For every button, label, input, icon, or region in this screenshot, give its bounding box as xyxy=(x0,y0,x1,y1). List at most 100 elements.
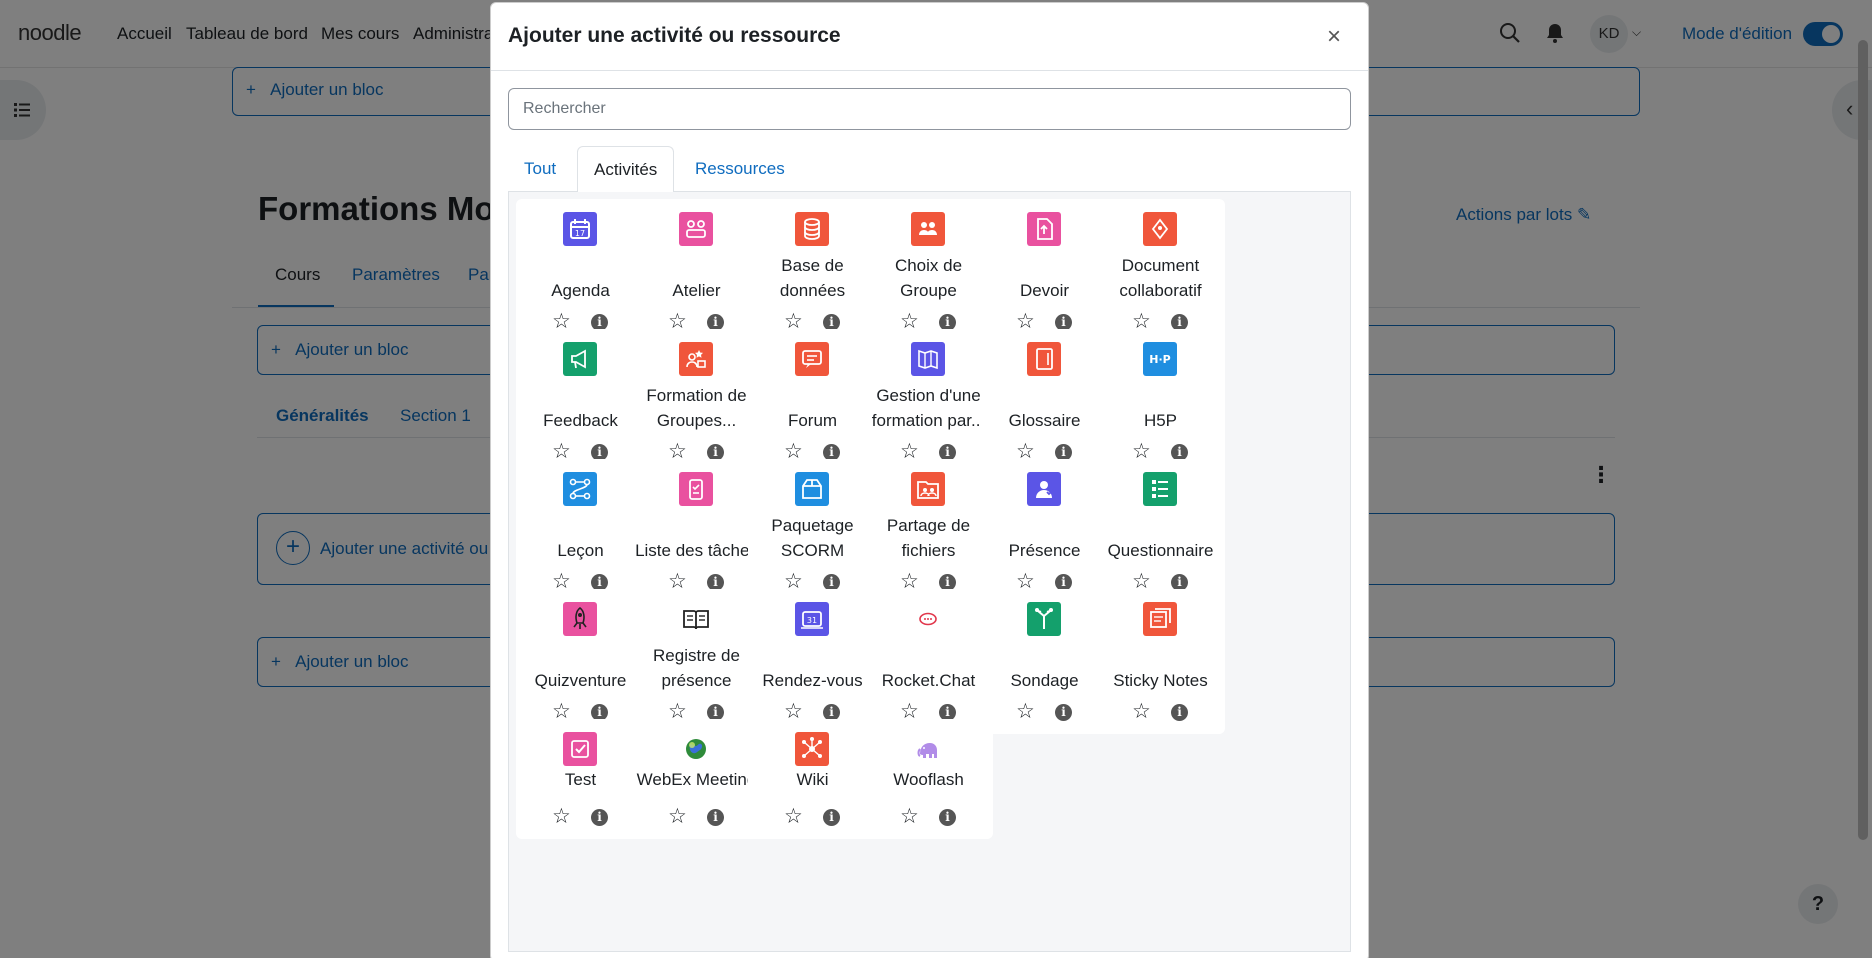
info-icon[interactable]: i xyxy=(707,809,724,826)
activity-card[interactable]: Base de données ☆ i xyxy=(748,199,877,344)
activity-card-actions: ☆ i xyxy=(516,806,645,827)
calendar-icon: 17 xyxy=(563,212,597,246)
webex-globe-icon xyxy=(679,732,713,766)
info-icon[interactable]: i xyxy=(591,809,608,826)
star-icon[interactable]: ☆ xyxy=(784,806,803,827)
activity-card-label: Feedback xyxy=(543,411,618,430)
activity-card-label: Questionnaire xyxy=(1107,541,1214,560)
activity-card[interactable]: Liste des tâches ☆ i xyxy=(632,459,761,604)
activity-card[interactable]: Feedback ☆ i xyxy=(516,329,645,474)
activity-card[interactable]: Registre de présence ☆ i xyxy=(632,589,761,734)
tab-resources[interactable]: Ressources xyxy=(679,146,801,192)
activity-card-label: Sondage xyxy=(1010,671,1079,690)
attendance-icon xyxy=(1027,472,1061,506)
activity-card[interactable]: WebEx Meeting ☆ i xyxy=(632,719,761,839)
training-map-icon xyxy=(911,342,945,376)
close-icon[interactable]: × xyxy=(1327,25,1341,49)
activity-card[interactable]: Rocket.Chat ☆ i xyxy=(864,589,993,734)
rocket-icon xyxy=(563,602,597,636)
star-icon[interactable]: ☆ xyxy=(1132,701,1151,722)
activity-card-label: Liste des tâches xyxy=(635,541,758,560)
modal-tabs: Tout Activités Ressources xyxy=(508,146,1351,193)
file-share-icon xyxy=(911,472,945,506)
activity-card-actions: ☆ i xyxy=(864,806,993,827)
activity-grid: 17 Agenda ☆ i Atelier ☆ i Base de données ☆ i Choi… xyxy=(508,192,1351,952)
info-icon[interactable]: i xyxy=(1171,704,1188,721)
forum-icon xyxy=(795,342,829,376)
activity-card[interactable]: Wiki ☆ i xyxy=(748,719,877,839)
star-icon[interactable]: ☆ xyxy=(552,806,571,827)
h5p-icon: H·P xyxy=(1143,342,1177,376)
activity-card-label: Paquetage SCORM xyxy=(771,516,854,560)
info-icon[interactable]: i xyxy=(823,809,840,826)
rocketchat-icon xyxy=(911,602,945,636)
svg-text:H·P: H·P xyxy=(1149,353,1170,366)
activity-card[interactable]: Atelier ☆ i xyxy=(632,199,761,344)
activity-card[interactable]: 31 Rendez-vous ☆ i xyxy=(748,589,877,734)
activity-card-label: Wooflash xyxy=(893,770,964,789)
megaphone-icon xyxy=(563,342,597,376)
tab-activities[interactable]: Activités xyxy=(577,146,675,193)
activity-card[interactable]: Choix de Groupe ☆ i xyxy=(864,199,993,344)
activity-card[interactable]: Formation de Groupes... ☆ i xyxy=(632,329,761,474)
search-input[interactable] xyxy=(508,88,1351,130)
info-icon[interactable]: i xyxy=(1055,704,1072,721)
activity-card[interactable]: Test ☆ i xyxy=(516,719,645,839)
workshop-icon xyxy=(679,212,713,246)
activity-card[interactable]: Présence ☆ i xyxy=(980,459,1109,604)
elephant-icon xyxy=(911,732,945,766)
group-formation-icon xyxy=(679,342,713,376)
lesson-icon xyxy=(563,472,597,506)
tab-all[interactable]: Tout xyxy=(508,146,572,192)
register-book-icon xyxy=(679,602,713,636)
activity-card[interactable]: Wooflash ☆ i xyxy=(864,719,993,839)
activity-card-label: Rocket.Chat xyxy=(881,671,976,690)
activity-card-label: Forum xyxy=(787,411,838,430)
activity-card-label: Base de données xyxy=(779,256,846,300)
activity-chooser-modal: Ajouter une activité ou ressource × Tout… xyxy=(490,2,1369,958)
activity-card[interactable]: Sondage ☆ i xyxy=(980,589,1109,734)
sticky-notes-icon xyxy=(1143,602,1177,636)
activity-card-label: Atelier xyxy=(672,281,721,300)
activity-card-label: Formation de Groupes... xyxy=(646,386,747,430)
activity-card[interactable]: Partage de fichiers ☆ i xyxy=(864,459,993,604)
modal-title: Ajouter une activité ou ressource xyxy=(508,24,841,47)
collab-doc-icon xyxy=(1143,212,1177,246)
activity-card-label: WebEx Meeting xyxy=(636,770,757,789)
wiki-icon xyxy=(795,732,829,766)
activity-card[interactable]: Questionnaire ☆ i xyxy=(1096,459,1225,604)
activity-card[interactable]: Quizventure ☆ i xyxy=(516,589,645,734)
activity-card[interactable]: Paquetage SCORM ☆ i xyxy=(748,459,877,604)
activity-card[interactable]: Forum ☆ i xyxy=(748,329,877,474)
activity-card[interactable]: Devoir ☆ i xyxy=(980,199,1109,344)
activity-card-label: Test xyxy=(564,770,597,789)
modal-header: Ajouter une activité ou ressource × xyxy=(491,3,1368,71)
quiz-check-icon xyxy=(563,732,597,766)
info-icon[interactable]: i xyxy=(939,809,956,826)
star-icon[interactable]: ☆ xyxy=(668,806,687,827)
activity-card-label: Glossaire xyxy=(1008,411,1081,430)
activity-card-label: Wiki xyxy=(796,770,829,789)
activity-card-label: Partage de fichiers xyxy=(886,516,971,560)
activity-card-actions: ☆ i xyxy=(748,806,877,827)
survey-icon xyxy=(1027,602,1061,636)
activity-card-label: Sticky Notes xyxy=(1113,671,1208,690)
activity-card-actions: ☆ i xyxy=(632,806,761,827)
activity-card[interactable]: Gestion d'une formation par... ☆ i xyxy=(864,329,993,474)
activity-card-label: Choix de Groupe xyxy=(894,256,963,300)
activity-card[interactable]: H·P H5P ☆ i xyxy=(1096,329,1225,474)
star-icon[interactable]: ☆ xyxy=(900,806,919,827)
activity-card[interactable]: Leçon ☆ i xyxy=(516,459,645,604)
database-icon xyxy=(795,212,829,246)
activity-card-label: Rendez-vous xyxy=(762,671,863,690)
activity-card[interactable]: Document collaboratif ☆ i xyxy=(1096,199,1225,344)
activity-card-label: Agenda xyxy=(551,281,610,300)
activity-card[interactable]: Sticky Notes ☆ i xyxy=(1096,589,1225,734)
star-icon[interactable]: ☆ xyxy=(1016,701,1035,722)
activity-card[interactable]: 17 Agenda ☆ i xyxy=(516,199,645,344)
activity-card-actions: ☆ i xyxy=(980,701,1109,722)
activity-card-label: Document collaboratif xyxy=(1119,256,1202,300)
svg-text:31: 31 xyxy=(807,616,817,625)
checklist-icon xyxy=(679,472,713,506)
activity-card[interactable]: Glossaire ☆ i xyxy=(980,329,1109,474)
